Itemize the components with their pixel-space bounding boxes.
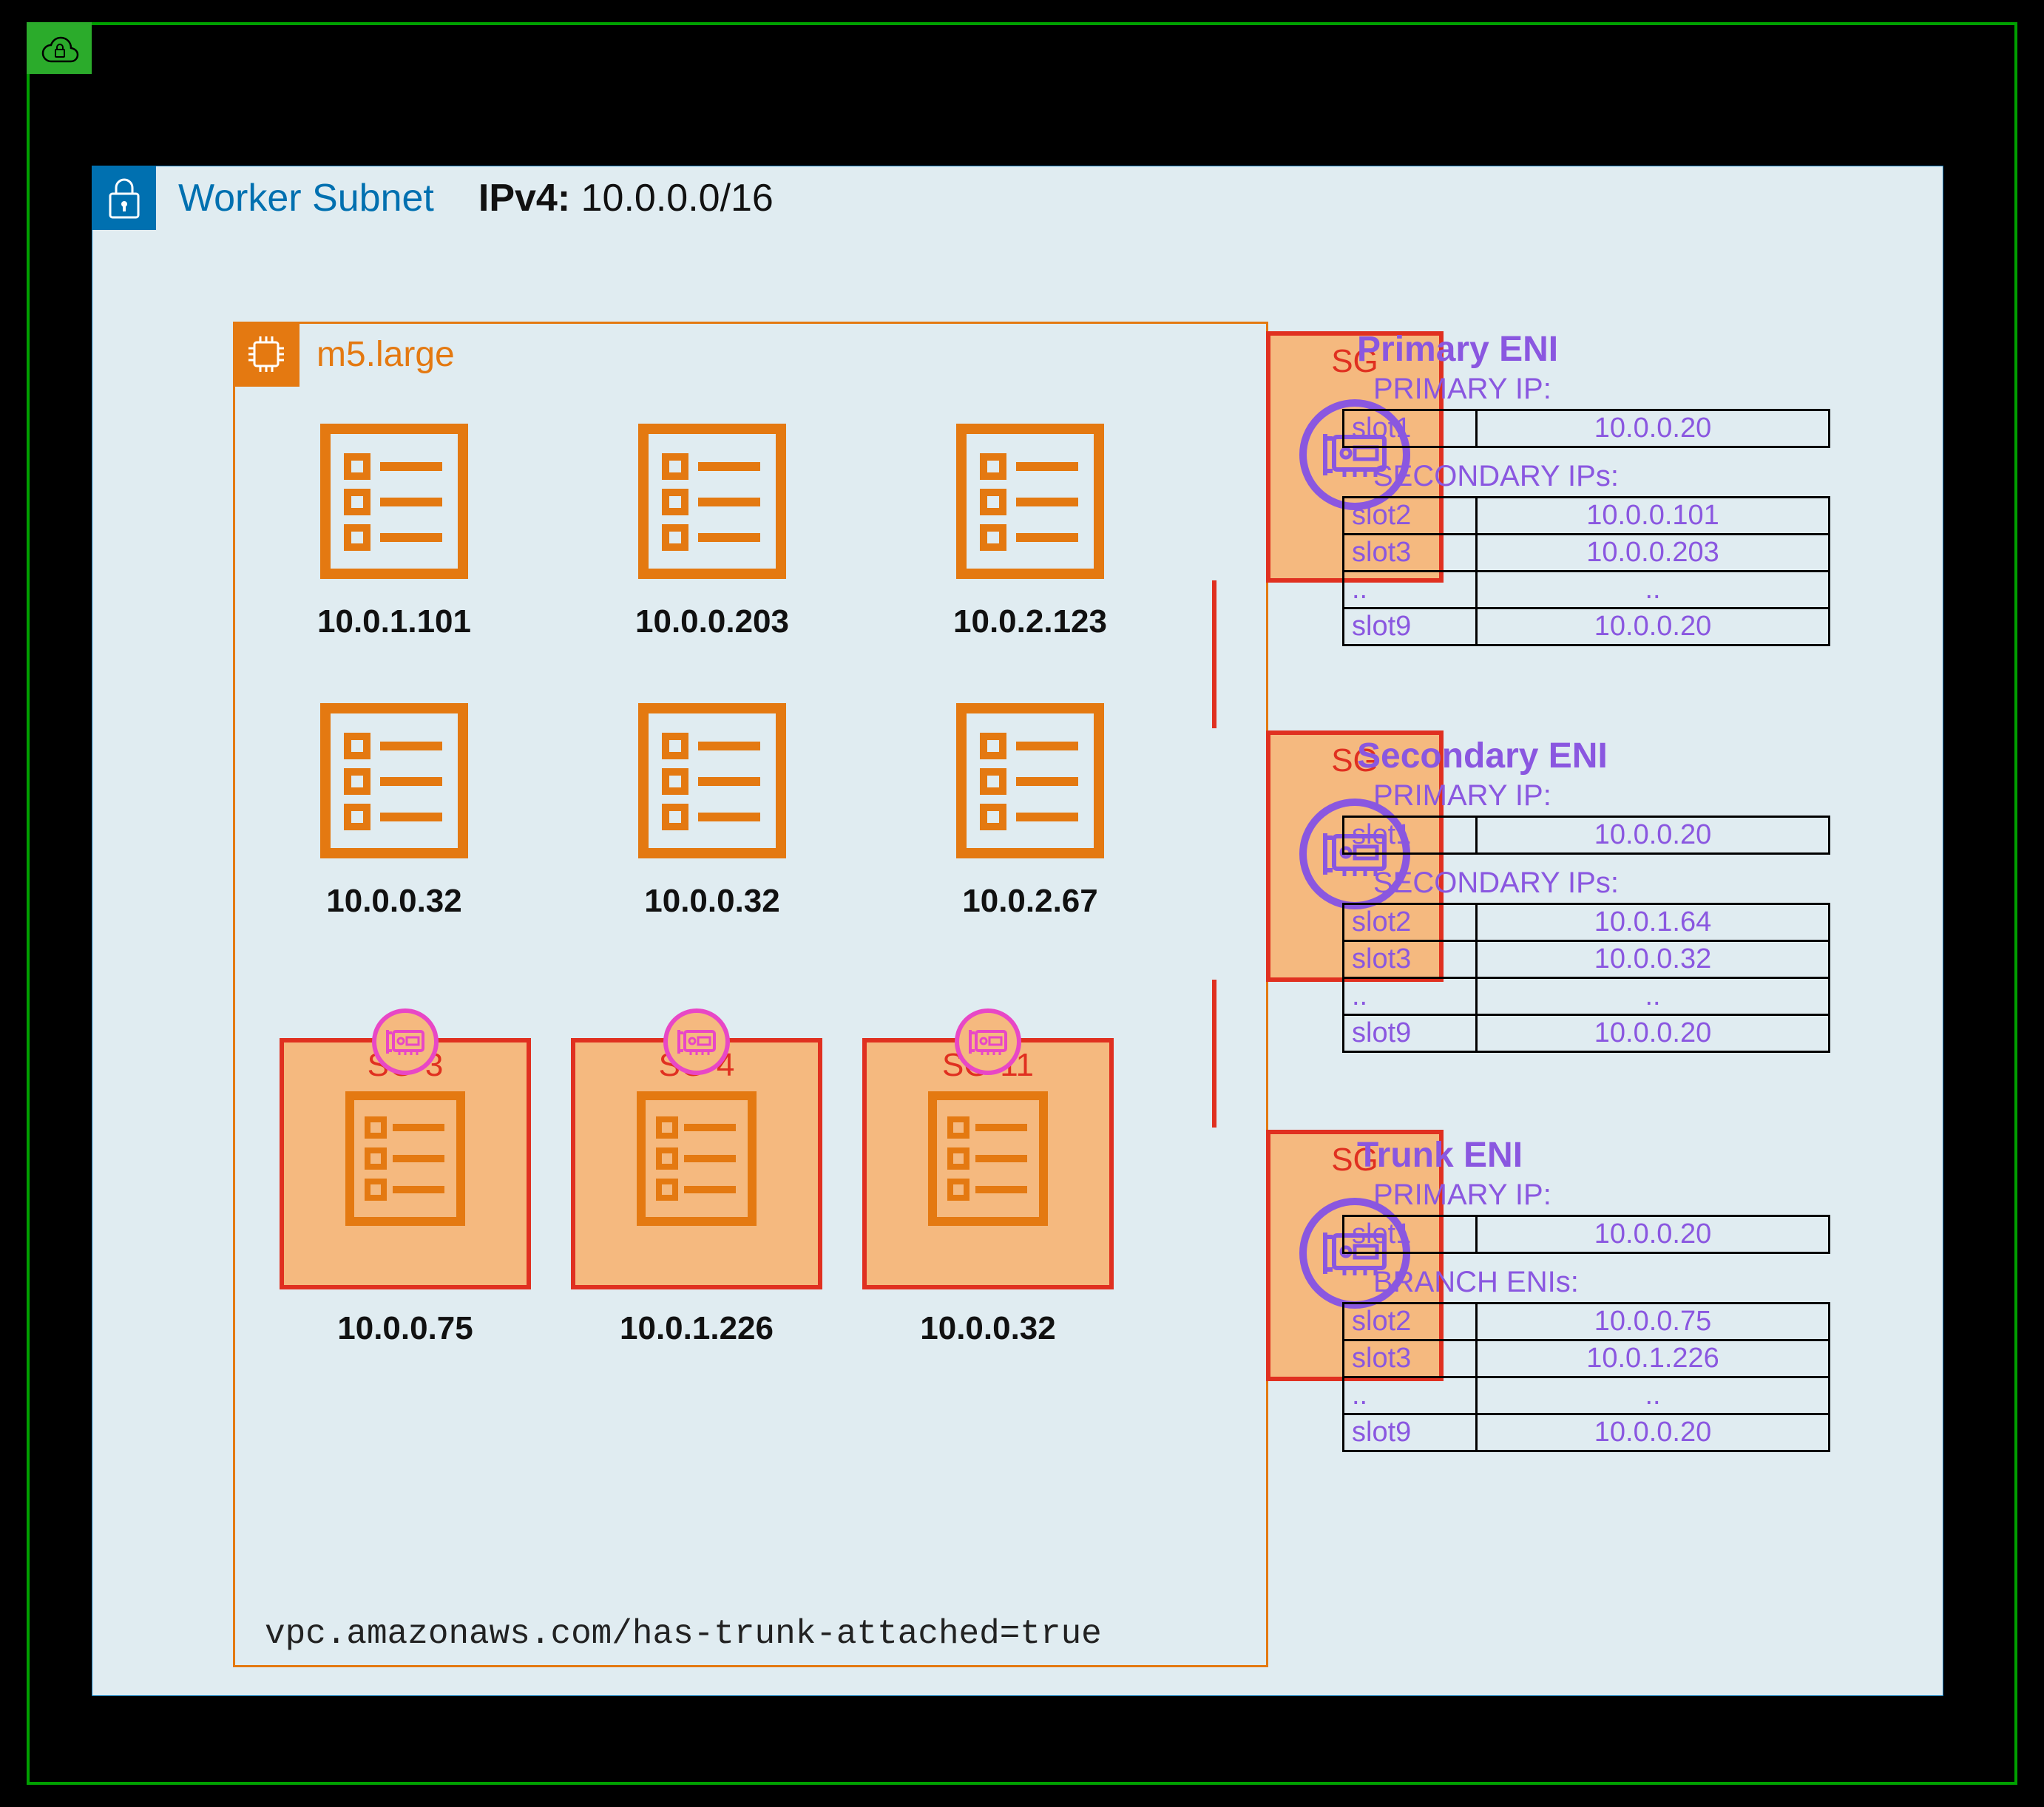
pod: 10.0.0.203 <box>598 420 827 640</box>
sg-pod: SG-11 10.0.0.32 <box>862 1038 1114 1347</box>
sg-pod: SG-4 10.0.1.226 <box>571 1038 822 1347</box>
pod-ip: 10.0.1.226 <box>571 1310 822 1347</box>
primary-ip-label: PRIMARY IP: <box>1373 1179 1912 1212</box>
table-row: .... <box>1344 1377 1830 1414</box>
table-row: .... <box>1344 572 1830 608</box>
pod: 10.0.2.123 <box>916 420 1145 640</box>
pod-ip: 10.0.0.75 <box>280 1310 531 1347</box>
pod: 10.0.0.32 <box>280 699 509 920</box>
ipv4-cidr: IPv4: 10.0.0.0/16 <box>478 176 774 220</box>
table-row: slot310.0.0.203 <box>1344 535 1830 572</box>
pod-icon <box>952 699 1108 862</box>
pod-icon <box>634 1088 759 1229</box>
secondary-ip-label: SECONDARY IPs: <box>1373 867 1912 900</box>
pod-icon <box>634 699 790 862</box>
primary-eni-details: Primary ENI PRIMARY IP: slot110.0.0.20 S… <box>1335 329 1912 646</box>
eni-title: Secondary ENI <box>1357 736 1912 776</box>
trunk-annotation: vpc.amazonaws.com/has-trunk-attached=tru… <box>265 1615 1102 1653</box>
ip-table: slot210.0.1.64 slot310.0.0.32 .... slot9… <box>1342 903 1830 1053</box>
table-row: slot110.0.0.20 <box>1344 817 1830 854</box>
nic-icon <box>372 1008 439 1075</box>
table-row: slot310.0.0.32 <box>1344 941 1830 978</box>
trunk-eni-details: Trunk ENI PRIMARY IP: slot110.0.0.20 BRA… <box>1335 1135 1912 1452</box>
pod-ip: 10.0.0.32 <box>862 1310 1114 1347</box>
instance-box: m5.large 10.0.1.101 10.0.0.203 10.0.2.12… <box>233 322 1268 1667</box>
table-row: slot110.0.0.20 <box>1344 1216 1830 1253</box>
ip-table: slot110.0.0.20 <box>1342 409 1830 448</box>
subnet-title: Worker Subnet <box>178 176 434 220</box>
table-row: slot210.0.0.75 <box>1344 1303 1830 1340</box>
table-row: slot210.0.0.101 <box>1344 498 1830 535</box>
pod-ip: 10.0.2.67 <box>916 883 1145 920</box>
branch-eni-label: BRANCH ENIs: <box>1373 1266 1912 1299</box>
eni-title: Trunk ENI <box>1357 1135 1912 1176</box>
table-row: .... <box>1344 978 1830 1015</box>
table-row: slot310.0.1.226 <box>1344 1340 1830 1377</box>
table-row: slot210.0.1.64 <box>1344 904 1830 941</box>
pod-ip: 10.0.0.203 <box>598 603 827 640</box>
subnet-panel: Worker Subnet IPv4: 10.0.0.0/16 m5.large <box>92 166 1943 1696</box>
chip-icon <box>233 322 300 387</box>
pod-icon <box>317 699 472 862</box>
pod-ip: 10.0.2.123 <box>916 603 1145 640</box>
lock-icon <box>92 166 156 230</box>
ip-table: slot110.0.0.20 <box>1342 1215 1830 1254</box>
pod-ip: 10.0.1.101 <box>280 603 509 640</box>
nic-icon <box>955 1008 1021 1075</box>
table-row: slot910.0.0.20 <box>1344 608 1830 645</box>
pod-ip: 10.0.0.32 <box>280 883 509 920</box>
pod: 10.0.0.32 <box>598 699 827 920</box>
pod: 10.0.2.67 <box>916 699 1145 920</box>
table-row: slot910.0.0.20 <box>1344 1414 1830 1451</box>
eni-title: Primary ENI <box>1357 329 1912 370</box>
pod-icon <box>925 1088 1051 1229</box>
ip-table: slot210.0.0.101 slot310.0.0.203 .... slo… <box>1342 496 1830 646</box>
primary-ip-label: PRIMARY IP: <box>1373 373 1912 406</box>
secondary-ip-label: SECONDARY IPs: <box>1373 460 1912 493</box>
pod-icon <box>317 420 472 583</box>
pod-ip: 10.0.0.32 <box>598 883 827 920</box>
pod: 10.0.1.101 <box>280 420 509 640</box>
secondary-eni-details: Secondary ENI PRIMARY IP: slot110.0.0.20… <box>1335 736 1912 1053</box>
pod-icon <box>634 420 790 583</box>
table-row: slot110.0.0.20 <box>1344 410 1830 447</box>
sg-pod: SG-3 10.0.0.75 <box>280 1038 531 1347</box>
nic-icon <box>663 1008 730 1075</box>
ip-table: slot210.0.0.75 slot310.0.1.226 .... slot… <box>1342 1302 1830 1452</box>
ip-table: slot110.0.0.20 <box>1342 816 1830 855</box>
table-row: slot910.0.0.20 <box>1344 1015 1830 1052</box>
instance-type-label: m5.large <box>317 334 455 375</box>
primary-ip-label: PRIMARY IP: <box>1373 779 1912 813</box>
pod-icon <box>342 1088 468 1229</box>
cloud-lock-icon <box>27 22 92 74</box>
pod-icon <box>952 420 1108 583</box>
